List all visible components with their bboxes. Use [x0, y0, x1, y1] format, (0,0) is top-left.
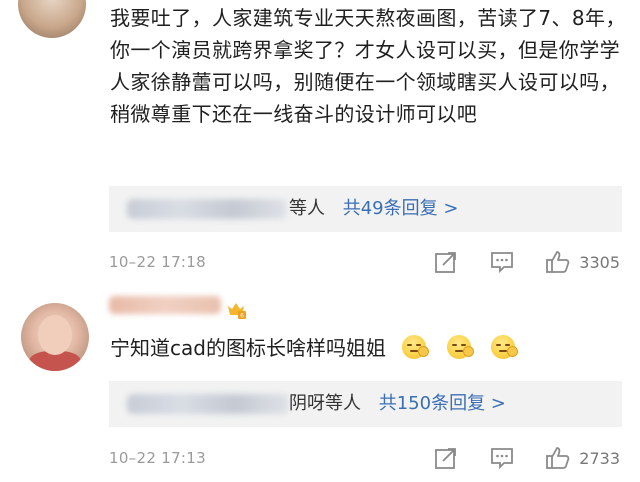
share-icon[interactable]	[433, 249, 459, 275]
blurred-usernames	[127, 394, 289, 414]
smirk-emoji-icon	[491, 335, 519, 359]
comment-actions: 3305	[403, 248, 620, 276]
svg-text:6: 6	[240, 313, 244, 320]
vip-badge-icon: 6	[226, 300, 246, 320]
comment-text: 我要吐了，人家建筑专业天天熬夜画图，苦读了7、8年，你一个演员就跨界拿奖了？才女…	[110, 6, 626, 126]
reply-users-suffix: 阴呀等人	[289, 393, 361, 414]
smirk-emoji-icon	[446, 335, 474, 359]
like-count: 3305	[579, 252, 620, 272]
avatar[interactable]	[18, 0, 86, 38]
blurred-usernames	[127, 199, 287, 219]
thumbs-up-icon[interactable]	[545, 249, 571, 275]
comment-actions: 2733	[403, 444, 620, 472]
reply-preview[interactable]: 等人 共49条回复 >	[109, 186, 622, 232]
reply-count-link[interactable]: 共150条回复 >	[379, 393, 506, 414]
comment-text: 宁知道cad的图标长啥样吗姐姐	[110, 332, 519, 364]
smirk-emoji-icon	[402, 335, 430, 359]
timestamp: 10–22 17:13	[109, 449, 206, 467]
timestamp: 10–22 17:18	[109, 253, 206, 271]
avatar[interactable]	[21, 303, 89, 371]
reply-users-suffix: 等人	[289, 198, 325, 219]
comment-icon[interactable]	[489, 445, 515, 471]
avatar-face	[38, 315, 72, 355]
comment-icon[interactable]	[489, 249, 515, 275]
thumbs-up-icon[interactable]	[545, 445, 571, 471]
like-count: 2733	[579, 448, 620, 468]
comment-text-body: 宁知道cad的图标长啥样吗姐姐	[110, 336, 386, 360]
reply-count-link[interactable]: 共49条回复 >	[343, 198, 459, 219]
reply-preview[interactable]: 阴呀等人 共150条回复 >	[109, 381, 622, 427]
blurred-username[interactable]	[109, 296, 221, 314]
share-icon[interactable]	[433, 445, 459, 471]
